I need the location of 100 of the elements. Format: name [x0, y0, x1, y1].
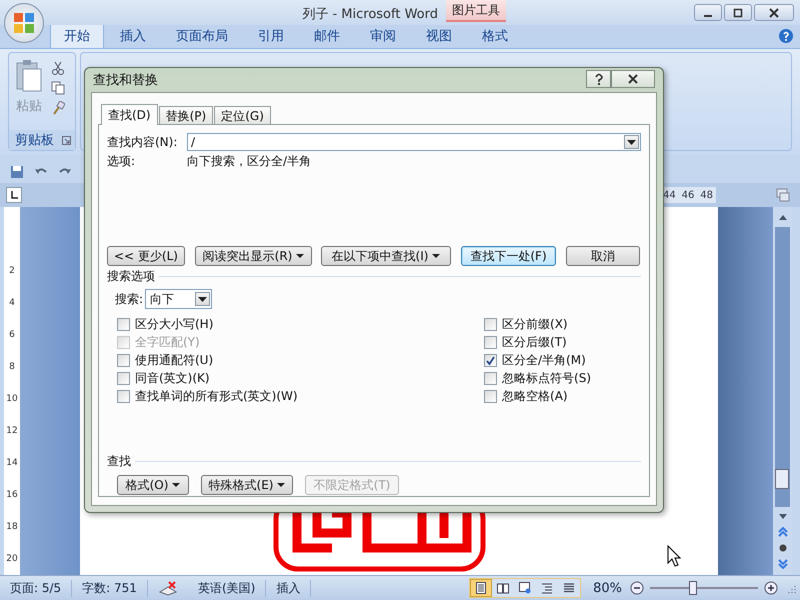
ribbon-tab[interactable]: 页面布局	[162, 23, 242, 48]
dialog-button[interactable]: << 更少(L)	[107, 246, 185, 266]
next-page-icon[interactable]	[778, 559, 788, 569]
close-icon	[769, 8, 779, 18]
ribbon-tab[interactable]: 开始	[50, 23, 104, 48]
office-button[interactable]	[4, 3, 44, 43]
minimize-button[interactable]	[694, 4, 722, 21]
ribbon-tab[interactable]: 视图	[412, 23, 466, 48]
ruler-number: 12	[5, 425, 19, 438]
checkbox[interactable]	[484, 390, 498, 402]
ribbon-tab[interactable]: 插入	[106, 23, 160, 48]
context-tab-title: 图片工具	[446, 0, 506, 22]
ruler-number: 46	[682, 190, 694, 200]
ribbon-tab[interactable]: 审阅	[356, 23, 410, 48]
caret-icon	[198, 296, 208, 302]
ruler-toggle-icon[interactable]	[776, 188, 790, 202]
down-arrow-icon[interactable]	[778, 513, 788, 521]
checkbox[interactable]	[484, 372, 498, 384]
option-label: 忽略标点符号(S)	[502, 370, 591, 386]
question-mark-icon	[594, 73, 604, 85]
caret-icon	[172, 483, 180, 487]
option-label: 区分大小写(H)	[135, 316, 214, 332]
restore-icon	[733, 8, 743, 18]
maximize-button[interactable]	[724, 4, 752, 21]
dialog-title: 查找和替换	[93, 72, 158, 89]
page-count[interactable]: 页面: 5/5	[0, 580, 72, 596]
page-lines-icon	[563, 582, 576, 594]
checkmark-icon	[485, 354, 496, 366]
dialog-button[interactable]: 在以下项中查找(I)	[321, 246, 451, 266]
ribbon-tab[interactable]: 引用	[244, 23, 298, 48]
browse-object-icon[interactable]	[778, 543, 788, 553]
minimize-icon	[704, 14, 712, 16]
help-icon[interactable]	[778, 28, 794, 44]
dialog-tab[interactable]: 替换(P)	[158, 106, 214, 124]
ruler-number: 2	[8, 265, 16, 278]
option-label: 同音(英文)(K)	[135, 370, 210, 386]
caret-icon	[277, 483, 286, 487]
dialog-launcher-icon[interactable]	[62, 136, 71, 144]
globe-page-icon	[519, 582, 532, 594]
ruler-number: 10	[5, 393, 19, 406]
vertical-scrollbar[interactable]	[773, 207, 792, 575]
outline-icon	[541, 582, 554, 594]
dropdown-button[interactable]	[624, 135, 639, 149]
caret-icon	[432, 254, 440, 258]
up-arrow-icon[interactable]	[778, 213, 788, 221]
checkbox[interactable]	[117, 390, 130, 402]
previous-page-icon[interactable]	[778, 527, 788, 537]
section-heading: 查找	[107, 453, 131, 470]
view-button[interactable]	[492, 579, 514, 597]
ruler-number: 48	[700, 190, 713, 200]
save-icon[interactable]	[10, 164, 24, 178]
help-button[interactable]	[586, 70, 611, 88]
checkbox[interactable]	[484, 336, 498, 348]
zoom-out-icon[interactable]	[630, 581, 644, 595]
view-button[interactable]	[558, 579, 580, 597]
mouse-pointer-icon	[667, 545, 681, 567]
ruler-number: 6	[8, 329, 16, 342]
options-summary: 向下搜索，区分全/半角	[187, 152, 312, 170]
word-count[interactable]: 字数: 751	[72, 580, 148, 596]
checkbox[interactable]	[484, 354, 498, 366]
option-label: 查找单词的所有形式(英文)(W)	[135, 388, 298, 404]
dialog-button[interactable]: 阅读突出显示(R)	[195, 246, 312, 266]
scroll-thumb[interactable]	[775, 469, 789, 489]
dialog-button[interactable]: 取消	[566, 246, 640, 266]
close-button[interactable]	[611, 70, 655, 88]
copy-icon[interactable]	[51, 81, 65, 95]
scissors-icon[interactable]	[51, 61, 65, 75]
search-direction-label: 搜索:	[115, 290, 144, 308]
search-direction-select[interactable]: 向下	[145, 289, 212, 309]
checkbox[interactable]	[117, 318, 130, 330]
find-input-field[interactable]: /	[187, 133, 641, 151]
dialog-button[interactable]: 查找下一处(F)	[461, 246, 556, 266]
dialog-tab[interactable]: 查找(D)	[101, 104, 158, 125]
tab-selector-icon[interactable]	[6, 187, 22, 203]
ruler-number: 16	[5, 489, 19, 502]
checkbox[interactable]	[117, 354, 130, 366]
caret-icon	[627, 140, 636, 144]
language-indicator[interactable]: 英语(美国)	[188, 580, 266, 596]
caret-icon	[296, 254, 304, 258]
find-label: 查找内容(N):	[107, 134, 178, 150]
option-label: 使用通配符(U)	[135, 352, 214, 368]
view-button[interactable]	[470, 579, 492, 597]
brush-icon[interactable]	[51, 101, 65, 115]
format-button[interactable]: 格式(O)	[117, 475, 189, 495]
ruler-number: 20	[5, 553, 19, 566]
zoom-in-icon[interactable]	[764, 581, 778, 595]
close-icon	[628, 74, 638, 84]
zoom-slider-thumb[interactable]	[689, 581, 698, 595]
zoom-level[interactable]: 80%	[581, 580, 630, 596]
resize-grip-icon[interactable]	[786, 583, 796, 593]
dialog-tab[interactable]: 定位(G)	[214, 106, 271, 124]
checkbox[interactable]	[117, 372, 130, 384]
insert-mode-indicator[interactable]: 插入	[266, 580, 312, 596]
format-button[interactable]: 特殊格式(E)	[201, 475, 293, 495]
ruler-number: 14	[5, 457, 19, 470]
checkbox[interactable]	[484, 318, 498, 330]
ribbon-tab[interactable]: 邮件	[300, 23, 354, 48]
close-button[interactable]	[754, 4, 794, 21]
group-label: 剪贴板	[15, 132, 54, 149]
ribbon-tab[interactable]: 格式	[468, 23, 522, 48]
